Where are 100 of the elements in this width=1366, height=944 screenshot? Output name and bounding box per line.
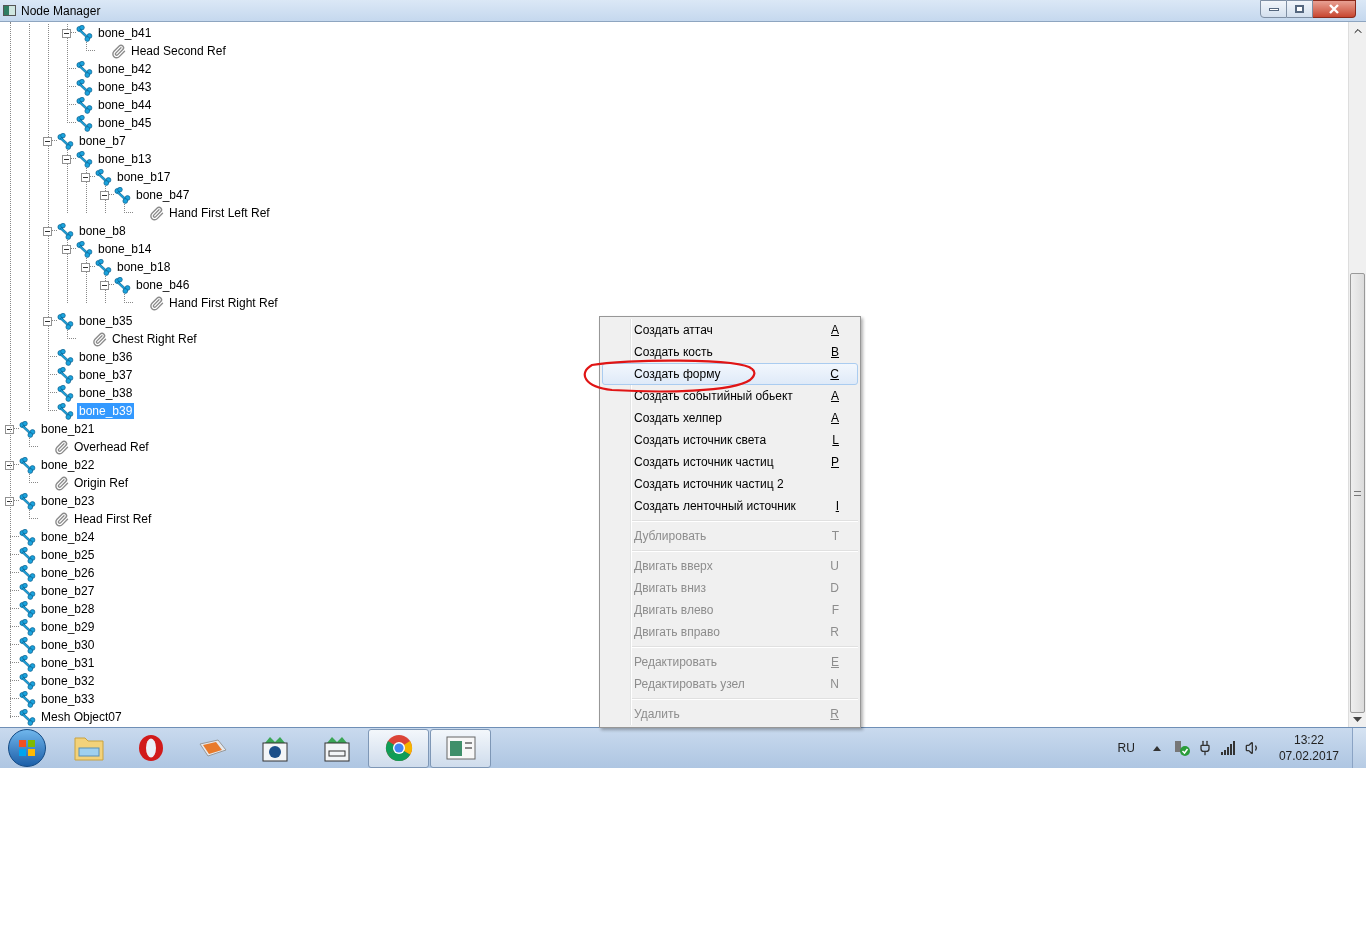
tree-item[interactable]: bone_b23	[39, 493, 97, 509]
tree-item[interactable]: bone_b27	[39, 583, 97, 599]
window-icon	[445, 735, 476, 761]
close-icon	[1328, 4, 1340, 14]
bone-icon	[57, 384, 74, 402]
shortcut-key: A	[831, 321, 839, 339]
tree-item[interactable]: bone_b28	[39, 601, 97, 617]
collapse-toggle[interactable]	[81, 262, 90, 272]
bone-icon	[19, 636, 36, 654]
tree-item[interactable]: Mesh Object07	[39, 709, 124, 725]
tree-item[interactable]: Overhead Ref	[72, 439, 151, 455]
show-hidden-icons-icon[interactable]	[1152, 745, 1161, 751]
tree-item[interactable]: bone_b32	[39, 673, 97, 689]
tree-item[interactable]: bone_b26	[39, 565, 97, 581]
tree-item[interactable]: bone_b17	[115, 169, 173, 185]
tree-item[interactable]: Head First Ref	[72, 511, 154, 527]
menu-item[interactable]: Создать событийный обьект A	[602, 385, 858, 407]
bone-icon	[19, 582, 36, 600]
tree-item[interactable]: bone_b45	[96, 115, 154, 131]
bone-icon	[19, 528, 36, 546]
bone-icon	[19, 456, 36, 474]
tree-item[interactable]: Hand First Left Ref	[167, 205, 272, 221]
signal-icon[interactable]	[1220, 741, 1237, 755]
tree-item[interactable]: bone_b7	[77, 133, 128, 149]
clock-date: 07.02.2017	[1278, 748, 1339, 764]
app-icon	[3, 5, 16, 16]
bone-icon	[19, 564, 36, 582]
menu-item[interactable]: Создать хелпер A	[602, 407, 858, 429]
tree-item[interactable]: bone_b38	[77, 385, 135, 401]
clock[interactable]: 13:22 07.02.2017	[1278, 732, 1339, 764]
collapse-toggle[interactable]	[100, 280, 109, 290]
tree-item[interactable]: bone_b13	[96, 151, 154, 167]
bone-icon	[19, 690, 36, 708]
tree-item[interactable]: bone_b42	[96, 61, 154, 77]
menu-item[interactable]: Создать кость B	[602, 341, 858, 363]
menu-item[interactable]: Создать ленточный источник I	[602, 495, 858, 517]
menu-item[interactable]: Создать источник света L	[602, 429, 858, 451]
bone-icon	[76, 78, 93, 96]
shortcut-key: I	[835, 497, 839, 515]
collapse-toggle[interactable]	[62, 28, 71, 38]
collapse-toggle[interactable]	[43, 136, 52, 146]
tree-item[interactable]: bone_b22	[39, 457, 97, 473]
collapse-toggle[interactable]	[43, 316, 52, 326]
paperclip-icon	[92, 331, 107, 347]
close-button[interactable]	[1313, 0, 1356, 18]
shortcut-key: C	[830, 365, 839, 383]
collapse-toggle[interactable]	[100, 190, 109, 200]
collapse-toggle[interactable]	[43, 226, 52, 236]
chrome-icon	[383, 733, 414, 763]
tree-item[interactable]: bone_b25	[39, 547, 97, 563]
tree-item[interactable]: bone_b43	[96, 79, 154, 95]
language-indicator[interactable]: RU	[1117, 739, 1135, 757]
start-button[interactable]	[8, 729, 46, 767]
taskbar-button[interactable]	[430, 728, 491, 768]
menu-item[interactable]: Создать форму C	[602, 363, 858, 385]
tree-item[interactable]: bone_b21	[39, 421, 97, 437]
collapse-toggle[interactable]	[62, 154, 71, 164]
tree-item[interactable]: bone_b44	[96, 97, 154, 113]
bone-icon	[76, 60, 93, 78]
maximize-button[interactable]	[1287, 0, 1313, 18]
shortcut-key: R	[830, 623, 839, 641]
minimize-button[interactable]	[1260, 0, 1287, 18]
tree-item[interactable]: bone_b18	[115, 259, 173, 275]
tree-item[interactable]: bone_b47	[134, 187, 192, 203]
bone-icon	[57, 366, 74, 384]
tree-item[interactable]: bone_b36	[77, 349, 135, 365]
tree-item[interactable]: bone_b31	[39, 655, 97, 671]
collapse-toggle[interactable]	[5, 496, 14, 506]
paperclip-icon	[54, 439, 69, 455]
scroll-thumb[interactable]	[1350, 273, 1365, 713]
tree-item[interactable]: Origin Ref	[72, 475, 131, 491]
bone-icon	[19, 654, 36, 672]
menu-item[interactable]: Создать аттач A	[602, 319, 858, 341]
paperclip-icon	[54, 511, 69, 527]
tree-item[interactable]: bone_b29	[39, 619, 97, 635]
tree-item[interactable]: bone_b46	[134, 277, 192, 293]
collapse-toggle[interactable]	[5, 460, 14, 470]
bone-icon	[19, 600, 36, 618]
menu-item[interactable]: Создать источник частиц P	[602, 451, 858, 473]
tree-item[interactable]: Head Second Ref	[129, 43, 228, 59]
tree-item[interactable]: bone_b33	[39, 691, 97, 707]
tree-item[interactable]: bone_b41	[96, 25, 154, 41]
tree-item[interactable]: bone_b37	[77, 367, 135, 383]
shortcut-key: R	[830, 705, 839, 723]
photo-viewer-icon	[196, 736, 229, 760]
usb-device-icon[interactable]	[1172, 739, 1191, 757]
scrollbar[interactable]	[1349, 22, 1366, 727]
taskbar-button[interactable]	[368, 728, 429, 768]
collapse-toggle[interactable]	[81, 172, 90, 182]
collapse-toggle[interactable]	[62, 244, 71, 254]
tree-item[interactable]: Hand First Right Ref	[167, 295, 280, 311]
tree-item[interactable]: Chest Right Ref	[110, 331, 199, 347]
tree-item[interactable]: bone_b24	[39, 529, 97, 545]
tree-item[interactable]: bone_b8	[77, 223, 128, 239]
scroll-down-icon[interactable]	[1353, 717, 1362, 723]
collapse-toggle[interactable]	[5, 424, 14, 434]
tree-item[interactable]: bone_b35	[77, 313, 135, 329]
tree-item[interactable]: bone_b14	[96, 241, 154, 257]
menu-item[interactable]: Создать источник частиц 2	[602, 473, 858, 495]
tree-item[interactable]: bone_b30	[39, 637, 97, 653]
